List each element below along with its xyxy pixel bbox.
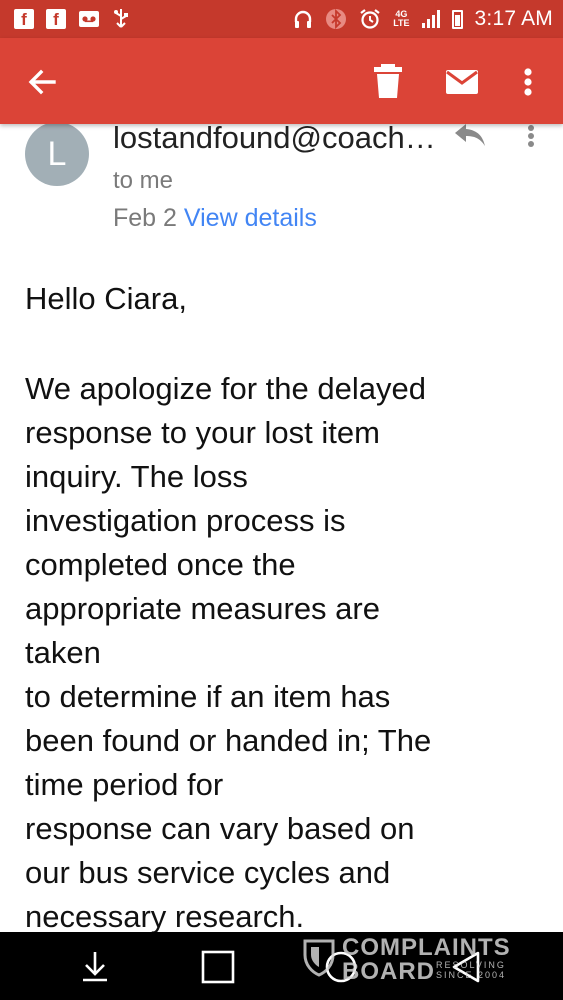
body-line: response to your lost item [25, 415, 380, 450]
nav-back-button[interactable] [448, 948, 484, 986]
body-line: to determine if an item has [25, 679, 391, 714]
more-vert-icon [528, 125, 534, 147]
status-bar: f f 4G LTE 3:17 AM [0, 0, 563, 38]
view-details-link[interactable]: View details [184, 204, 317, 232]
body-line: appropriate measures are [25, 591, 380, 626]
email-body: We apologize for the delayed response to… [25, 367, 555, 939]
body-line: investigation process is [25, 503, 346, 538]
more-vert-icon [524, 68, 532, 96]
usb-icon [114, 9, 128, 28]
sender-address: lostandfound@coach.com [113, 120, 443, 155]
alarm-icon [360, 9, 380, 29]
voicemail-icon [79, 11, 99, 27]
headphones-icon [295, 10, 312, 28]
navigation-bar [0, 932, 563, 1000]
body-line: inquiry. The loss [25, 459, 248, 494]
back-icon [452, 951, 480, 983]
status-right-icons: 4G LTE 3:17 AM [293, 7, 553, 31]
email-greeting: Hello Ciara, [25, 281, 187, 316]
body-line: We apologize for the delayed [25, 371, 426, 406]
network-type: 4G LTE [393, 9, 410, 28]
back-button[interactable] [22, 62, 64, 102]
message-overflow-button[interactable] [520, 120, 542, 156]
back-arrow-icon [28, 69, 56, 95]
body-line: response can vary based on [25, 811, 415, 846]
body-line: our bus service cycles and [25, 855, 391, 890]
nav-hide-button[interactable] [78, 946, 112, 986]
message-date: Feb 2 [113, 204, 177, 232]
app-bar-overflow-button[interactable] [512, 60, 544, 104]
body-line: taken [25, 635, 101, 670]
download-icon [83, 952, 107, 982]
delete-button[interactable] [370, 58, 406, 102]
date-line: Feb 2 View details [113, 204, 317, 233]
status-time: 3:17 AM [474, 7, 553, 30]
home-icon [325, 951, 357, 983]
bluetooth-icon [326, 8, 347, 30]
recipient-line: to me [113, 167, 174, 194]
signal-strength-icon [421, 10, 440, 28]
sender-avatar[interactable]: L [25, 122, 89, 186]
facebook-notification-icon: f [14, 9, 34, 29]
trash-icon [374, 64, 402, 98]
status-left-icons: f f [14, 8, 130, 30]
body-line: been found or handed in; The [25, 723, 432, 758]
body-line: completed once the [25, 547, 296, 582]
mail-icon [446, 70, 478, 94]
nav-recents-button[interactable] [199, 948, 237, 986]
nav-home-button[interactable] [324, 950, 358, 984]
app-bar [0, 38, 563, 124]
body-line: time period for [25, 767, 224, 802]
facebook-notification-icon: f [46, 9, 66, 29]
recents-icon [201, 950, 235, 984]
mark-unread-button[interactable] [440, 62, 484, 102]
battery-icon [451, 9, 463, 29]
